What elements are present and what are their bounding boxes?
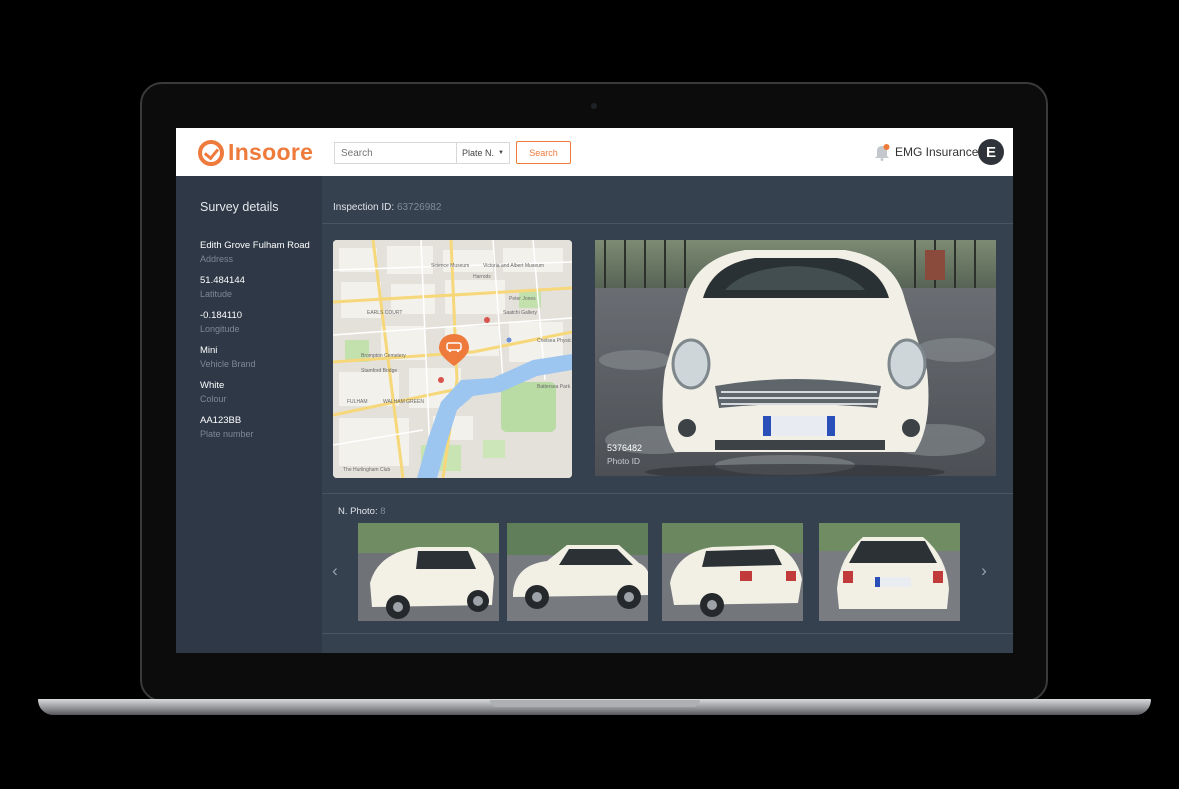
detail-vehicle-brand: Mini Vehicle Brand — [200, 345, 256, 369]
photo-thumbnail[interactable] — [662, 523, 803, 621]
detail-label: Colour — [200, 394, 227, 404]
shield-check-icon — [198, 139, 224, 166]
photo-id: 5376482 Photo ID — [607, 443, 642, 466]
map-label: Peter Jones — [509, 296, 536, 302]
top-bar: Insoore Plate N. ▼ Search EMG Insurance … — [176, 128, 1013, 176]
map-label: Victoria and Albert Museum — [483, 263, 544, 269]
bell-icon[interactable] — [874, 143, 890, 161]
chevron-left-icon[interactable]: ‹ — [328, 561, 342, 581]
divider — [322, 223, 1013, 224]
detail-longitude: -0.184110 Longitude — [200, 310, 242, 334]
map-label: The Hurlingham Club — [343, 467, 390, 473]
car-thumbnail-image — [507, 523, 648, 621]
detail-plate-number: AA123BB Plate number — [200, 415, 254, 439]
photo-count-label: N. Photo: — [338, 506, 378, 517]
sidebar: Survey details Edith Grove Fulham Road A… — [176, 176, 322, 653]
detail-value: Mini — [200, 345, 218, 356]
map-label: Harrods — [473, 274, 491, 280]
chevron-right-icon[interactable]: › — [977, 561, 991, 581]
detail-address: Edith Grove Fulham Road Address — [200, 240, 310, 264]
inspection-id-value: 63726982 — [396, 202, 442, 213]
main-vehicle-photo[interactable]: 5376482 Photo ID — [595, 240, 996, 476]
photo-count: N. Photo: 8 — [338, 506, 386, 517]
main-content: Inspection ID: 63726982 Science Museum V… — [322, 176, 1013, 653]
map-label: Brompton Cemetery — [361, 353, 406, 359]
detail-label: Vehicle Brand — [200, 359, 256, 369]
map-graphic: Science Museum Victoria and Albert Museu… — [333, 240, 572, 478]
car-front-image — [595, 240, 996, 476]
map-label: Chelsea Physic — [537, 338, 572, 344]
car-thumbnail-image — [662, 523, 803, 621]
detail-value: 51.484144 — [200, 275, 245, 286]
detail-value: White — [200, 380, 225, 391]
divider — [322, 493, 1013, 494]
map-label: Stamford Bridge — [361, 368, 397, 374]
map-label: FULHAM — [347, 399, 368, 405]
photo-thumbnail[interactable] — [507, 523, 648, 621]
divider — [322, 633, 1013, 634]
search-type-value: Plate N. — [462, 148, 495, 158]
map-label: Saatchi Gallery — [503, 310, 537, 316]
chevron-down-icon: ▼ — [498, 150, 504, 156]
photo-thumbnail[interactable] — [358, 523, 499, 621]
detail-value: AA123BB — [200, 415, 242, 426]
detail-colour: White Colour — [200, 380, 227, 404]
avatar[interactable]: E — [978, 139, 1004, 165]
map-label: Battersea Park — [537, 384, 571, 390]
photo-id-label: Photo ID — [607, 456, 641, 466]
search-type-select[interactable]: Plate N. ▼ — [456, 142, 510, 164]
laptop-notch — [490, 700, 700, 707]
inspection-id: Inspection ID: 63726982 — [333, 202, 441, 213]
detail-label: Longitude — [200, 324, 240, 334]
logo[interactable]: Insoore — [198, 139, 313, 166]
company-name[interactable]: EMG Insurance — [895, 145, 978, 159]
camera-icon — [591, 103, 597, 109]
car-thumbnail-image — [819, 523, 960, 621]
map-label: Science Museum — [431, 263, 469, 269]
logo-text: Insoore — [228, 139, 314, 165]
detail-latitude: 51.484144 Latitude — [200, 275, 245, 299]
detail-value: Edith Grove Fulham Road — [200, 240, 310, 251]
photo-id-value: 5376482 — [607, 443, 643, 453]
photo-thumbnail[interactable] — [819, 523, 960, 621]
detail-label: Latitude — [200, 289, 233, 299]
search-input[interactable] — [334, 142, 456, 164]
detail-label: Plate number — [200, 429, 254, 439]
app-screen: Insoore Plate N. ▼ Search EMG Insurance … — [176, 128, 1013, 653]
inspection-id-label: Inspection ID: — [333, 202, 395, 213]
search-button[interactable]: Search — [516, 141, 571, 164]
detail-label: Address — [200, 254, 234, 264]
location-map[interactable]: Science Museum Victoria and Albert Museu… — [333, 240, 572, 478]
car-thumbnail-image — [358, 523, 499, 621]
detail-value: -0.184110 — [200, 310, 243, 321]
map-label: EARLS COURT — [367, 310, 402, 316]
sidebar-title: Survey details — [200, 200, 279, 214]
photo-count-value: 8 — [380, 506, 386, 517]
map-label: WALHAM GREEN — [383, 399, 424, 405]
